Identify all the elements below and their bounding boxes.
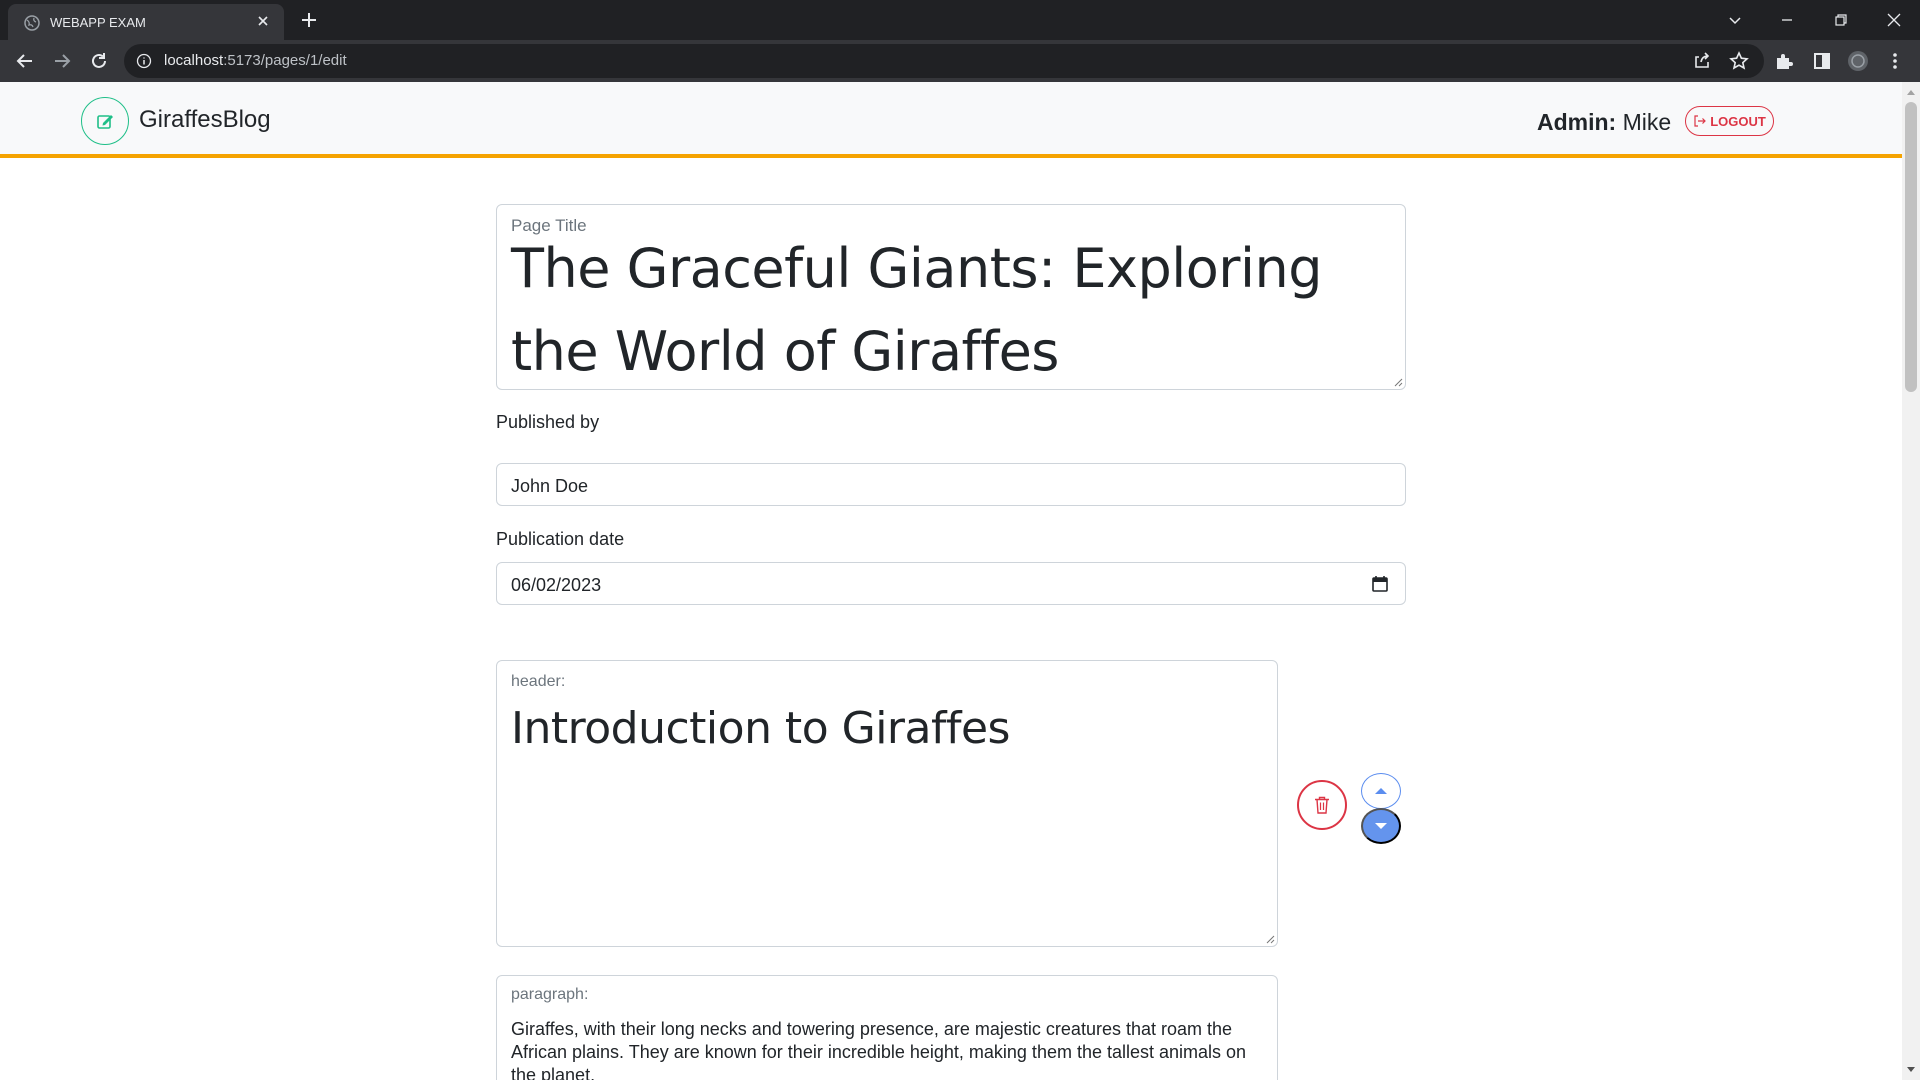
caret-up-icon	[1375, 788, 1387, 794]
admin-info: Admin: Mike	[1537, 109, 1671, 136]
browser-toolbar: localhost:5173/pages/1/edit	[0, 40, 1920, 82]
move-down-button[interactable]	[1361, 808, 1401, 844]
extensions-icon[interactable]	[1772, 49, 1796, 73]
close-window-icon[interactable]	[1882, 8, 1906, 32]
author-value: John Doe	[511, 476, 589, 496]
menu-dots-icon[interactable]	[1883, 49, 1907, 73]
logout-icon	[1694, 115, 1707, 127]
tab-search-icon[interactable]	[1723, 8, 1747, 32]
page-title-value: The Graceful Giants: Exploring the World…	[511, 237, 1322, 383]
logout-label: LOGOUT	[1710, 113, 1766, 129]
paragraph-block-content: Giraffes, with their long necks and towe…	[511, 1019, 1247, 1080]
move-up-button[interactable]	[1361, 773, 1401, 809]
site-info-icon[interactable]	[136, 53, 152, 69]
admin-label: Admin:	[1537, 109, 1617, 135]
admin-name: Mike	[1622, 109, 1672, 135]
profile-avatar-icon[interactable]	[1846, 49, 1870, 73]
header-block-content: Introduction to Giraffes	[511, 703, 1010, 754]
app-navbar: GiraffesBlog Admin: Mike LOGOUT	[0, 82, 1902, 158]
browser-tab[interactable]: WEBAPP EXAM	[8, 4, 284, 40]
block-type-label: header:	[511, 673, 566, 690]
logout-button[interactable]: LOGOUT	[1685, 106, 1774, 136]
resize-grip-icon[interactable]	[1393, 377, 1403, 387]
date-value: 06/02/2023	[511, 575, 602, 595]
brand-name[interactable]: GiraffesBlog	[139, 106, 271, 134]
restore-icon[interactable]	[1829, 8, 1853, 32]
tab-title: WEBAPP EXAM	[50, 15, 146, 30]
reload-icon[interactable]	[87, 49, 111, 73]
share-icon[interactable]	[1690, 49, 1714, 73]
author-input[interactable]: John Doe	[496, 463, 1406, 506]
trash-icon	[1315, 796, 1329, 814]
scroll-down-icon[interactable]	[1907, 1067, 1915, 1072]
page-title-field[interactable]: Page Title The Graceful Giants: Explorin…	[496, 204, 1406, 390]
globe-icon	[24, 15, 40, 31]
close-tab-icon[interactable]	[254, 12, 272, 30]
edit-icon	[97, 115, 113, 129]
delete-block-button[interactable]	[1297, 780, 1347, 830]
header-block[interactable]: header: Introduction to Giraffes	[496, 660, 1278, 947]
forward-icon[interactable]	[50, 49, 74, 73]
side-panel-icon[interactable]	[1810, 49, 1834, 73]
scroll-up-icon[interactable]	[1907, 90, 1915, 95]
url-text: localhost:5173/pages/1/edit	[164, 52, 347, 69]
bookmark-star-icon[interactable]	[1727, 49, 1751, 73]
address-bar[interactable]: localhost:5173/pages/1/edit	[124, 44, 1764, 78]
paragraph-block[interactable]: paragraph: Giraffes, with their long nec…	[496, 975, 1278, 1080]
date-label: Publication date	[496, 529, 625, 549]
brand-logo[interactable]	[81, 97, 129, 145]
back-icon[interactable]	[13, 49, 37, 73]
new-tab-icon[interactable]	[298, 9, 320, 31]
caret-down-icon	[1375, 823, 1387, 829]
resize-grip-icon[interactable]	[1265, 934, 1275, 944]
calendar-icon[interactable]	[1371, 575, 1389, 593]
minimize-icon[interactable]	[1775, 8, 1799, 32]
author-label: Published by	[496, 412, 600, 432]
date-input[interactable]: 06/02/2023	[496, 562, 1406, 605]
scrollbar-thumb[interactable]	[1905, 102, 1917, 392]
block-type-label: paragraph:	[511, 986, 589, 1003]
browser-tab-bar: WEBAPP EXAM	[0, 0, 1920, 40]
page-scrollbar[interactable]	[1902, 82, 1920, 1080]
